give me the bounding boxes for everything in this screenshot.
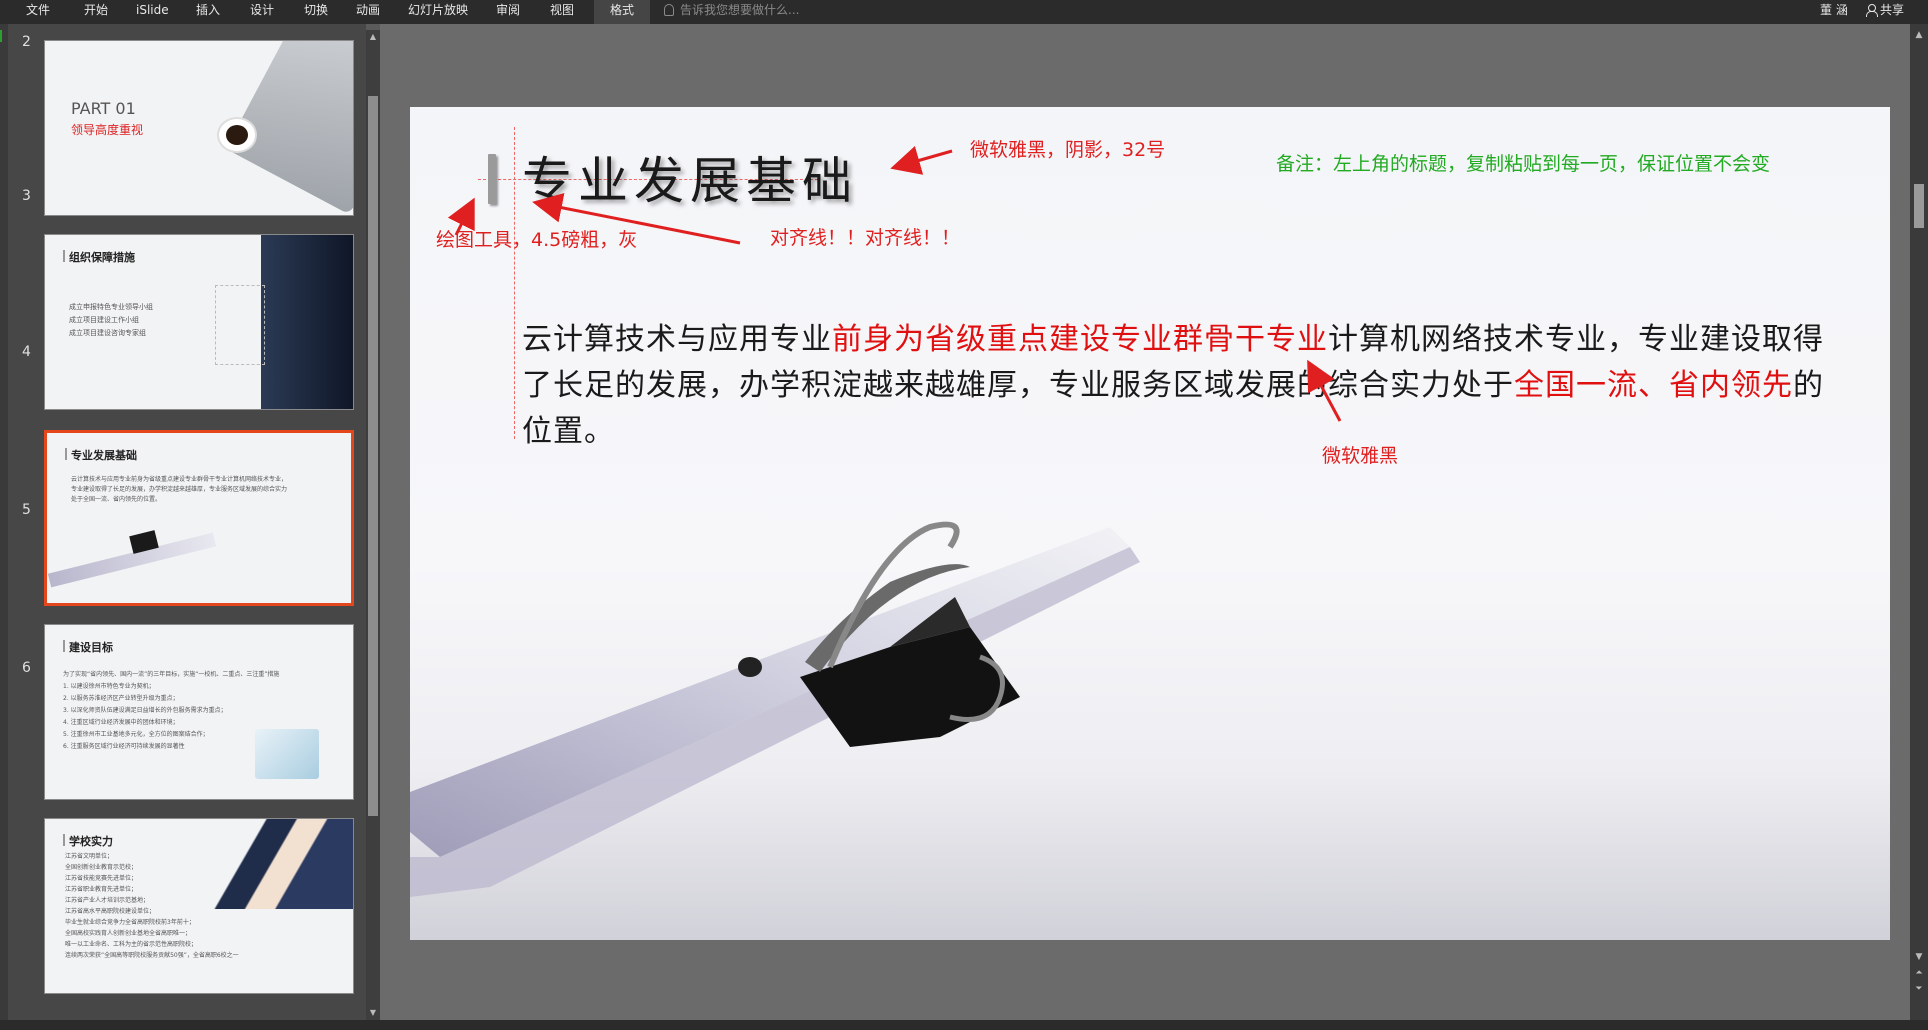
tab-transitions[interactable]: 切换 [296,0,336,24]
slide-body-text[interactable]: 云计算技术与应用专业前身为省级重点建设专业群骨干专业计算机网络技术专业，专业建设… [522,317,1852,455]
body-text-highlight: 全国一流、省内领先 [1514,368,1793,403]
scroll-up-icon[interactable]: ▲ [368,32,378,42]
scrollbar-thumb[interactable] [1914,184,1924,228]
handshake-image [205,819,353,909]
left-edge [0,24,8,1030]
thumb-part-subtitle: 领导高度重视 [71,123,144,137]
tab-animations[interactable]: 动画 [348,0,388,24]
tell-me-box[interactable]: 告诉我您想要做什么... [664,0,799,24]
status-bar [0,1020,1928,1030]
thumb-part-label: PART 01 [71,99,136,118]
thumbnail-slide-4[interactable]: 专业发展基础 云计算技术与应用专业前身为省级重点建设专业群骨干专业计算机网络技术… [44,430,354,606]
thumb-number: 2 [22,34,31,50]
thumb-title: 专业发展基础 [65,448,137,462]
tab-format[interactable]: 格式 [594,0,651,24]
slide-title[interactable]: 专业发展基础 [522,141,858,213]
thumbnail-slide-3[interactable]: 组织保障措施 成立申报特色专业领导小组 成立项目建设工作小组 成立项目建设咨询专家组 [44,234,354,410]
thumb-title: 组织保障措施 [63,250,135,264]
cloud-diagram-image [215,285,265,365]
font-note[interactable]: 微软雅黑，阴影，32号 [970,135,1165,162]
tab-slideshow[interactable]: 幻灯片放映 [400,0,476,24]
thumb-number: 3 [22,188,31,204]
ribbon-tab-bar: 文件 开始 iSlide 插入 设计 切换 动画 幻灯片放映 审阅 视图 格式 … [0,0,1928,24]
thumbnail-slide-5[interactable]: 建设目标 为了实现“省内领先、国内一流”的三年目标，实施“一校机、二重点、三注重… [44,624,354,800]
tell-me-placeholder: 告诉我您想要做什么... [680,3,800,17]
thumb-title: 学校实力 [63,834,113,848]
thumb-text: 为了实现“省内领先、国内一流”的三年目标，实施“一校机、二重点、三注重”措施 1.… [63,671,280,750]
scrollbar-thumb[interactable] [368,96,378,816]
scroll-down-icon[interactable]: ▼ [1913,952,1925,962]
thumb-number: 5 [22,502,31,518]
tab-insert[interactable]: 插入 [188,0,228,24]
thumbnail-slide-6[interactable]: 学校实力 江苏省文明单位； 全国创新创业教育示范校； 江苏省技能竞赛先进单位； 江苏省… [44,818,354,994]
arrow-to-title [890,145,953,175]
title-accent-bar[interactable] [488,154,496,204]
current-slide[interactable]: 专业发展基础 微软雅黑，阴影，32号 绘图工具，4.5磅粗，灰 对齐线！！对齐线… [410,107,1890,940]
check-icon [0,30,6,42]
scroll-down-icon[interactable]: ▼ [368,1008,378,1018]
slide-thumbnail-panel[interactable]: 2 PART 01 领导高度重视 3 组织保障措施 成立申报特色专业领导小组 成立… [8,24,366,1020]
thumb-title: 建设目标 [63,640,113,654]
lightbulb-icon [664,4,674,16]
thumbnail-slide-2[interactable]: PART 01 领导高度重视 [44,40,354,216]
thumb-text: 成立申报特色专业领导小组 成立项目建设工作小组 成立项目建设咨询专家组 [69,303,153,337]
remark-note[interactable]: 备注：左上角的标题，复制粘贴到每一页，保证位置不会变 [1276,149,1770,176]
tab-view[interactable]: 视图 [542,0,582,24]
thumb-number: 4 [22,344,31,360]
tab-design[interactable]: 设计 [242,0,282,24]
body-text-segment: 云计算技术与应用专业 [522,322,832,357]
thumbnail-scrollbar[interactable]: ▲ ▼ [366,30,380,1022]
body-text-highlight: 前身为省级重点建设专业群骨干专业 [832,322,1328,357]
next-slide-icon[interactable]: ⏷ [1913,984,1925,994]
binder-clip-photo [410,521,1890,940]
share-button[interactable]: 共享 [1866,0,1904,20]
alignment-guide-vertical [514,127,515,439]
editor-scrollbar[interactable]: ▲ ▼ ⏶ ⏷ [1910,24,1928,1020]
businessman-image [261,235,353,409]
coffee-cup-image [217,117,257,153]
user-name[interactable]: 董 涵 [1820,0,1848,20]
cloud-cube-image [255,729,319,779]
tab-islide[interactable]: iSlide [128,0,177,24]
person-icon [1866,4,1878,17]
thumb-text: 云计算技术与应用专业前身为省级重点建设专业群骨干专业计算机网络技术专业， 专业建设… [71,476,288,503]
draw-tool-note[interactable]: 绘图工具，4.5磅粗，灰 [436,225,637,252]
tab-review[interactable]: 审阅 [488,0,528,24]
tab-home[interactable]: 开始 [76,0,116,24]
scroll-up-icon[interactable]: ▲ [1913,30,1925,40]
tab-file[interactable]: 文件 [18,0,58,24]
share-label: 共享 [1880,3,1905,17]
thumb-number: 6 [22,660,31,676]
align-note[interactable]: 对齐线！！对齐线！！ [770,223,960,250]
previous-slide-icon[interactable]: ⏶ [1913,968,1925,978]
